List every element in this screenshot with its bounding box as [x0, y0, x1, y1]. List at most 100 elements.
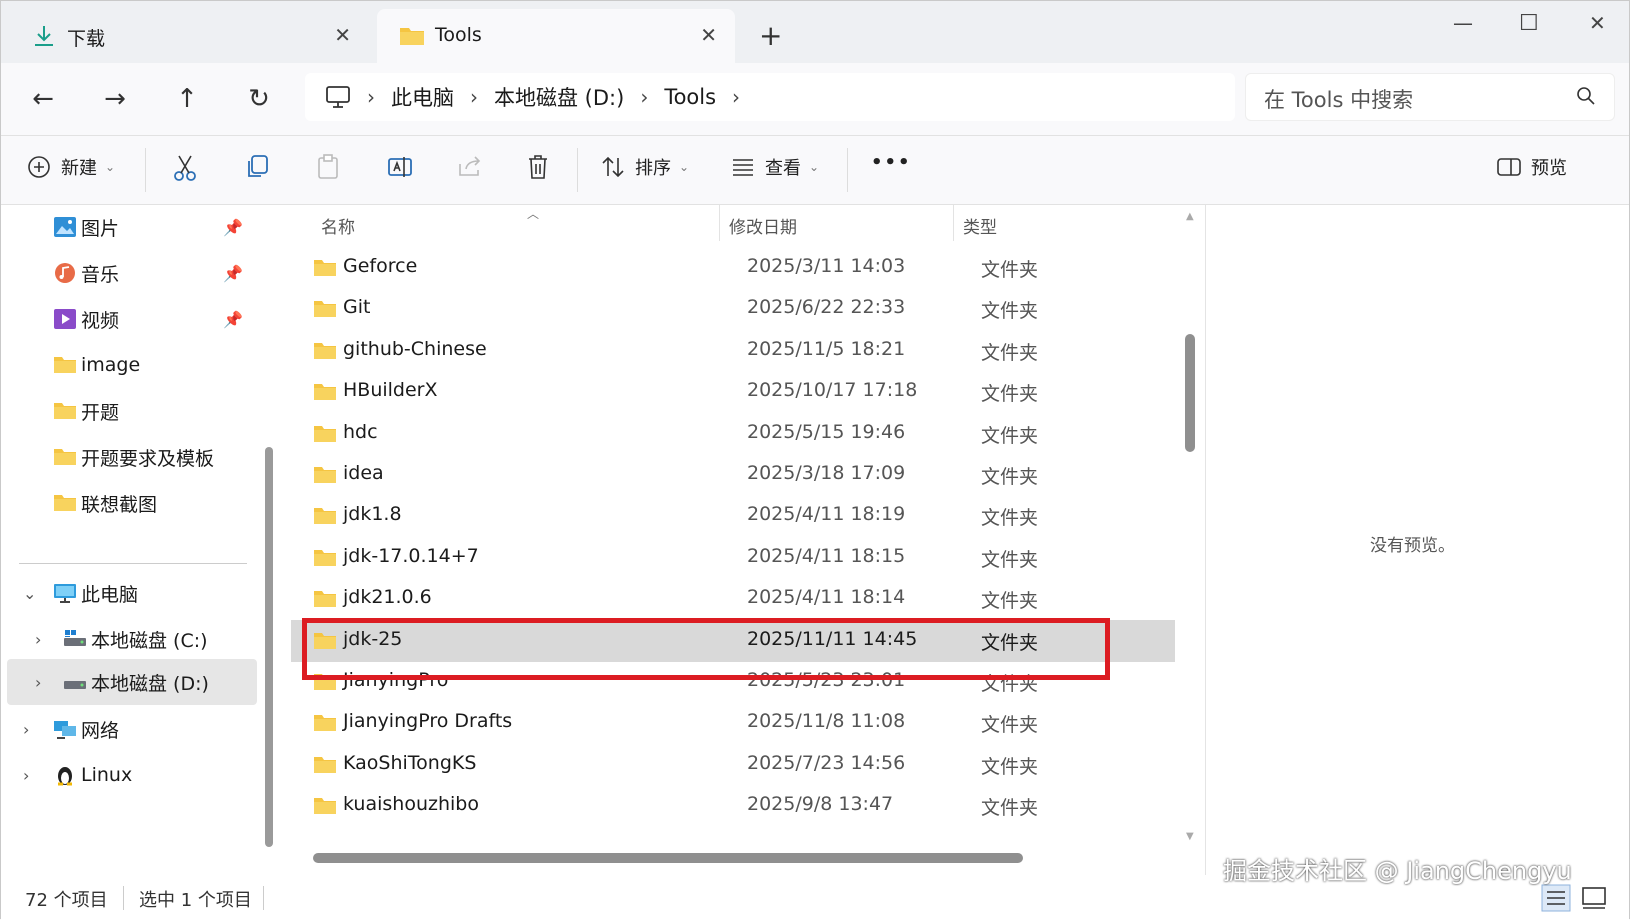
table-row[interactable]: kuaishouzhibo 2025/9/8 13:47 文件夹	[291, 785, 1175, 827]
minimize-icon[interactable]: —	[1453, 11, 1473, 35]
horizontal-scrollbar[interactable]	[313, 853, 1023, 863]
column-header-type[interactable]: 类型	[963, 213, 997, 238]
sidebar-item-this-pc[interactable]: ⌄ 此电脑	[7, 571, 257, 615]
pin-icon[interactable]: 📌	[223, 264, 243, 283]
file-date: 2025/4/11 18:14	[747, 586, 906, 609]
file-date: 2025/3/18 17:09	[747, 462, 906, 484]
drive-icon	[64, 630, 86, 646]
table-row[interactable]: HBuilderX 2025/10/17 17:18 文件夹	[291, 371, 1175, 413]
new-button[interactable]: 新建 ⌄	[27, 154, 115, 180]
chevron-right-icon[interactable]: ›	[640, 85, 648, 109]
breadcrumb-item[interactable]: Tools	[664, 85, 716, 109]
file-type: 文件夹	[981, 383, 1039, 406]
scroll-up-icon[interactable]: ▲	[1186, 211, 1194, 222]
file-type: 文件夹	[981, 300, 1039, 323]
file-date: 2025/10/17 17:18	[747, 379, 918, 402]
view-button[interactable]: 查看 ⌄	[731, 154, 819, 180]
sidebar-item-network[interactable]: › 网络	[7, 707, 257, 751]
file-name: idea	[343, 462, 384, 484]
sidebar-item-music[interactable]: 音乐 📌	[7, 251, 257, 295]
plus-circle-icon	[28, 156, 50, 178]
divider[interactable]	[953, 205, 954, 241]
chevron-right-icon[interactable]: ›	[23, 720, 29, 739]
sidebar-item-lenovo-screenshots[interactable]: 联想截图	[7, 481, 257, 525]
details-view-icon[interactable]	[1541, 884, 1571, 912]
chevron-right-icon[interactable]: ›	[732, 85, 740, 109]
sidebar-item-pictures[interactable]: 图片 📌	[7, 205, 257, 249]
close-window-icon[interactable]: ✕	[1589, 11, 1606, 35]
file-type: 文件夹	[981, 259, 1039, 281]
file-name: Git	[343, 296, 371, 319]
preview-pane-button[interactable]: 预览	[1497, 154, 1567, 180]
pictures-icon	[54, 217, 76, 237]
table-row[interactable]: hdc 2025/5/15 19:46 文件夹	[291, 413, 1175, 455]
file-type: 文件夹	[981, 424, 1039, 447]
table-row[interactable]: JianyingPro Drafts 2025/11/8 11:08 文件夹	[291, 702, 1175, 744]
sidebar-item-kaiti-templates[interactable]: 开题要求及模板	[7, 435, 257, 479]
chevron-down-icon[interactable]: ⌄	[23, 584, 36, 603]
column-header-date[interactable]: 修改日期	[729, 213, 797, 238]
large-icons-view-icon[interactable]	[1579, 884, 1609, 912]
pin-icon[interactable]: 📌	[223, 218, 243, 237]
table-row[interactable]: jdk21.0.6 2025/4/11 18:14 文件夹	[291, 578, 1175, 620]
sidebar-item-image[interactable]: image	[7, 343, 257, 387]
table-row[interactable]: jdk-17.0.14+7 2025/4/11 18:15 文件夹	[291, 537, 1175, 579]
chevron-right-icon[interactable]: ›	[35, 630, 41, 649]
sidebar-item-kaiti[interactable]: 开题	[7, 389, 257, 433]
file-type: 文件夹	[981, 797, 1039, 820]
maximize-icon[interactable]: ☐	[1519, 11, 1539, 36]
table-row[interactable]: Geforce 2025/3/11 14:03 文件夹	[291, 247, 1175, 289]
table-row[interactable]: Git 2025/6/22 22:33 文件夹	[291, 288, 1175, 330]
close-tab-icon[interactable]: ✕	[700, 23, 717, 47]
sidebar-scrollbar[interactable]	[265, 447, 273, 847]
back-arrow-icon[interactable]: ←	[25, 81, 61, 117]
delete-icon[interactable]	[527, 154, 549, 180]
column-header-name[interactable]: 名称	[321, 213, 355, 238]
tab-downloads[interactable]: 下载 ✕	[9, 9, 369, 63]
search-icon[interactable]	[1576, 86, 1596, 106]
share-icon[interactable]	[457, 154, 483, 178]
table-row[interactable]: KaoShiTongKS 2025/7/23 14:56 文件夹	[291, 744, 1175, 786]
divider[interactable]	[719, 205, 720, 241]
up-arrow-icon[interactable]: ↑	[169, 81, 205, 117]
tab-tools[interactable]: Tools ✕	[377, 9, 735, 63]
paste-icon[interactable]	[317, 154, 339, 180]
sidebar-item-label: 本地磁盘 (C:)	[91, 629, 208, 652]
sidebar-item-linux[interactable]: › Linux	[7, 753, 257, 797]
sidebar-item-label: 联想截图	[81, 493, 158, 516]
folder-icon	[54, 495, 76, 511]
scroll-down-icon[interactable]: ▼	[1186, 831, 1194, 842]
divider	[19, 563, 247, 564]
drive-icon	[64, 681, 86, 689]
chevron-right-icon[interactable]: ›	[35, 673, 41, 692]
sidebar-item-videos[interactable]: 视频 📌	[7, 297, 257, 341]
chevron-right-icon[interactable]: ›	[470, 85, 478, 109]
sort-button[interactable]: 排序 ⌄	[601, 154, 689, 180]
more-options-button[interactable]: •••	[871, 152, 912, 173]
sidebar-item-drive-c[interactable]: › 本地磁盘 (C:)	[7, 617, 257, 661]
close-tab-icon[interactable]: ✕	[334, 23, 351, 47]
sidebar-item-label: 图片	[81, 217, 120, 240]
table-row[interactable]: jdk1.8 2025/4/11 18:19 文件夹	[291, 495, 1175, 537]
search-placeholder: 在 Tools 中搜索	[1264, 88, 1414, 112]
copy-icon[interactable]	[245, 154, 269, 180]
address-bar[interactable]: › 此电脑 › 本地磁盘 (D:) › Tools ›	[305, 73, 1235, 121]
file-type: 文件夹	[981, 341, 1039, 364]
file-name: HBuilderX	[343, 379, 438, 402]
forward-arrow-icon[interactable]: →	[97, 81, 133, 117]
file-date: 2025/11/5 18:21	[747, 337, 906, 360]
new-tab-button[interactable]: +	[759, 21, 782, 51]
breadcrumb-item[interactable]: 此电脑	[391, 82, 454, 112]
vertical-scrollbar[interactable]	[1185, 334, 1195, 452]
rename-icon[interactable]	[387, 154, 413, 180]
table-row[interactable]: github-Chinese 2025/11/5 18:21 文件夹	[291, 330, 1175, 372]
search-input[interactable]: 在 Tools 中搜索	[1245, 73, 1615, 121]
refresh-icon[interactable]: ↻	[241, 81, 277, 117]
folder-icon	[314, 508, 336, 525]
table-row[interactable]: idea 2025/3/18 17:09 文件夹	[291, 454, 1175, 496]
cut-icon[interactable]	[173, 154, 197, 182]
sidebar-item-drive-d[interactable]: › 本地磁盘 (D:)	[7, 659, 257, 705]
chevron-right-icon[interactable]: ›	[23, 766, 29, 785]
breadcrumb-item[interactable]: 本地磁盘 (D:)	[494, 82, 624, 112]
pin-icon[interactable]: 📌	[223, 310, 243, 329]
